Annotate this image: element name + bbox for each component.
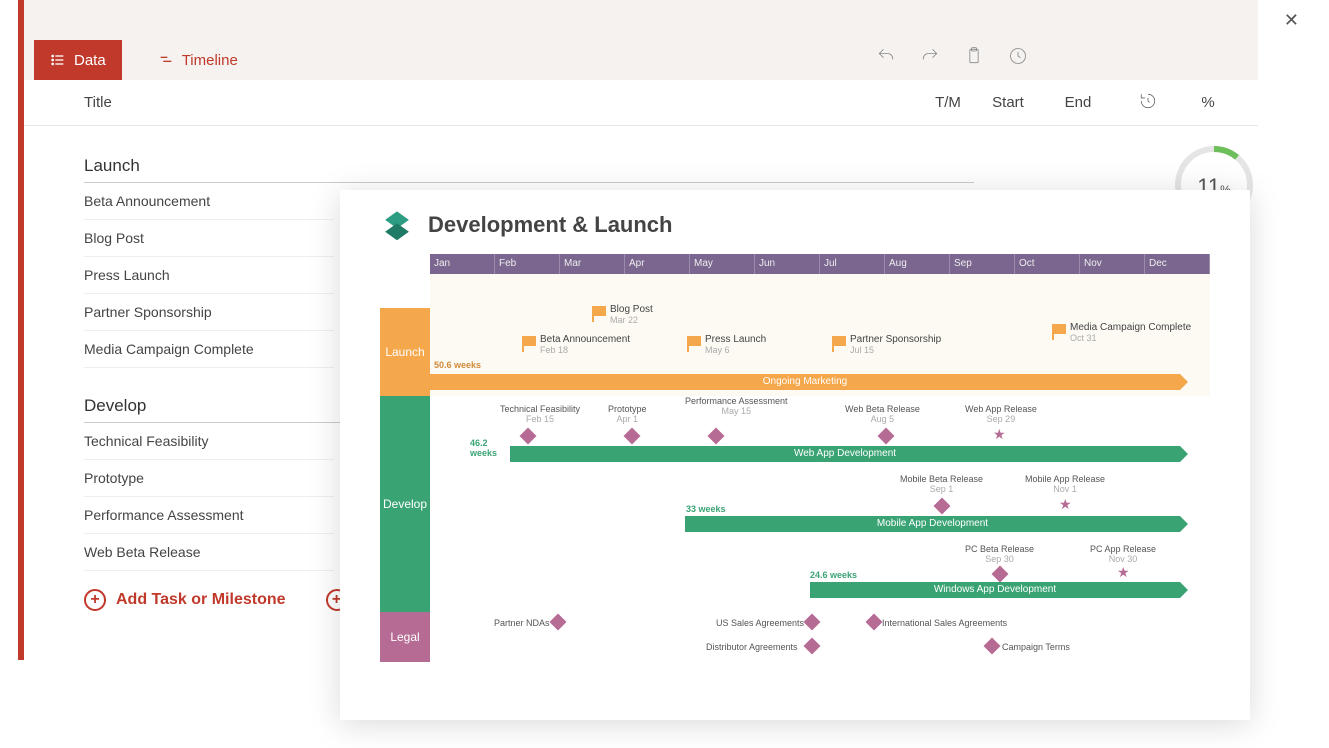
month: Feb xyxy=(495,254,560,274)
launch-zone: 50.6 weeks Ongoing Marketing Beta Announ… xyxy=(430,274,1210,396)
month: Jan xyxy=(430,254,495,274)
task-row[interactable]: Blog Post xyxy=(84,220,334,257)
swimlane-launch: Launch xyxy=(380,308,430,396)
month: Sep xyxy=(950,254,1015,274)
timeline-card: Development & Launch Launch Develop Lega… xyxy=(340,190,1250,720)
diamond-icon xyxy=(934,498,951,515)
legal-zone: Partner NDAs US Sales Agreements Interna… xyxy=(430,612,1210,662)
flag-icon xyxy=(687,336,701,346)
timeline-body: Launch Develop Legal Jan Feb Mar Apr May… xyxy=(380,254,1210,674)
launch-duration: 50.6 weeks xyxy=(434,360,481,370)
col-title: Title xyxy=(84,94,918,111)
add-task-label: Add Task or Milestone xyxy=(116,591,286,609)
month: Jul xyxy=(820,254,885,274)
month: Mar xyxy=(560,254,625,274)
col-start: Start xyxy=(978,94,1038,111)
month: Oct xyxy=(1015,254,1080,274)
ms-pc-beta[interactable]: PC Beta ReleaseSep 30 xyxy=(965,544,1034,564)
undo-icon[interactable] xyxy=(876,46,896,66)
ms-mobile-release[interactable]: Mobile App ReleaseNov 1 xyxy=(1025,474,1105,494)
ms-partner-ndas[interactable]: Partner NDAs xyxy=(494,618,550,628)
redo-icon[interactable] xyxy=(920,46,940,66)
bar-mobile-app[interactable]: Mobile App Development xyxy=(685,516,1180,532)
ms-web-release[interactable]: Web App ReleaseSep 29 xyxy=(965,404,1037,424)
flag-icon xyxy=(522,336,536,346)
task-row[interactable]: Prototype xyxy=(84,460,334,497)
flag-blog-post[interactable]: Blog PostMar 22 xyxy=(610,304,653,325)
col-tm: T/M xyxy=(918,94,978,111)
ms-us-sales[interactable]: US Sales Agreements xyxy=(716,618,804,628)
month: May xyxy=(690,254,755,274)
clipboard-icon[interactable] xyxy=(964,46,984,66)
swimlane-legal: Legal xyxy=(380,612,430,662)
month: Nov xyxy=(1080,254,1145,274)
tab-data-label: Data xyxy=(74,52,106,69)
duration-icon xyxy=(1139,92,1157,110)
task-row[interactable]: Partner Sponsorship xyxy=(84,294,334,331)
timeline-title: Development & Launch xyxy=(428,212,672,238)
col-end: End xyxy=(1038,94,1118,111)
month: Aug xyxy=(885,254,950,274)
task-row[interactable]: Performance Assessment xyxy=(84,497,334,534)
col-duration xyxy=(1118,92,1178,114)
chart-area: Jan Feb Mar Apr May Jun Jul Aug Sep Oct … xyxy=(430,254,1210,674)
task-row[interactable]: Media Campaign Complete xyxy=(84,331,334,368)
list-icon xyxy=(50,52,66,68)
diamond-icon xyxy=(804,638,821,655)
logo-icon xyxy=(380,208,414,242)
flag-press-launch[interactable]: Press LaunchMay 6 xyxy=(705,334,766,355)
develop-zone: Technical FeasibilityFeb 15 PrototypeApr… xyxy=(430,396,1210,612)
task-row[interactable]: Press Launch xyxy=(84,257,334,294)
tabbar: Data Timeline xyxy=(24,40,1258,80)
ms-campaign-terms[interactable]: Campaign Terms xyxy=(1002,642,1070,652)
flag-icon xyxy=(832,336,846,346)
diamond-icon xyxy=(992,566,1009,583)
toolbar-right xyxy=(876,46,1028,66)
bar-web-app[interactable]: Web App Development xyxy=(510,446,1180,462)
bar-ongoing-marketing[interactable]: Ongoing Marketing xyxy=(430,374,1180,390)
task-row[interactable]: Technical Feasibility xyxy=(84,423,334,460)
diamond-icon xyxy=(866,614,883,631)
tab-timeline[interactable]: Timeline xyxy=(142,40,254,80)
column-headers: Title T/M Start End % xyxy=(24,80,1258,126)
bar-windows-app[interactable]: Windows App Development xyxy=(810,582,1180,598)
plus-icon: + xyxy=(84,589,106,611)
swimlane-develop: Develop xyxy=(380,396,430,612)
close-button[interactable]: ✕ xyxy=(1284,10,1299,31)
tab-data[interactable]: Data xyxy=(34,40,122,80)
ms-intl-sales[interactable]: International Sales Agreements xyxy=(882,618,1007,628)
month: Dec xyxy=(1145,254,1210,274)
diamond-icon xyxy=(520,428,537,445)
group-launch[interactable]: Launch xyxy=(84,146,974,183)
flag-media-campaign[interactable]: Media Campaign CompleteOct 31 xyxy=(1070,322,1191,343)
diamond-icon xyxy=(550,614,567,631)
ms-prototype[interactable]: PrototypeApr 1 xyxy=(608,404,647,424)
month: Apr xyxy=(625,254,690,274)
task-row[interactable]: Web Beta Release xyxy=(84,534,334,571)
tab-timeline-label: Timeline xyxy=(182,52,238,69)
flag-partner-sponsorship[interactable]: Partner SponsorshipJul 15 xyxy=(850,334,941,355)
diamond-icon xyxy=(804,614,821,631)
ms-pc-release[interactable]: PC App ReleaseNov 30 xyxy=(1090,544,1156,564)
diamond-icon xyxy=(878,428,895,445)
flag-icon xyxy=(1052,324,1066,334)
clock-icon[interactable] xyxy=(1008,46,1028,66)
col-percent: % xyxy=(1178,94,1238,111)
flag-beta-announcement[interactable]: Beta AnnouncementFeb 18 xyxy=(540,334,630,355)
ms-mobile-beta[interactable]: Mobile Beta ReleaseSep 1 xyxy=(900,474,983,494)
ms-perf-assess[interactable]: Performance AssessmentMay 15 xyxy=(685,396,788,416)
ms-tech-feasibility[interactable]: Technical FeasibilityFeb 15 xyxy=(500,404,580,424)
diamond-icon xyxy=(624,428,641,445)
ms-web-beta[interactable]: Web Beta ReleaseAug 5 xyxy=(845,404,920,424)
month: Jun xyxy=(755,254,820,274)
task-row[interactable]: Beta Announcement xyxy=(84,183,334,220)
timeline-icon xyxy=(158,52,174,68)
diamond-icon xyxy=(708,428,725,445)
flag-icon xyxy=(592,306,606,316)
ms-distributor[interactable]: Distributor Agreements xyxy=(706,642,798,652)
month-header: Jan Feb Mar Apr May Jun Jul Aug Sep Oct … xyxy=(430,254,1210,274)
diamond-icon xyxy=(984,638,1001,655)
